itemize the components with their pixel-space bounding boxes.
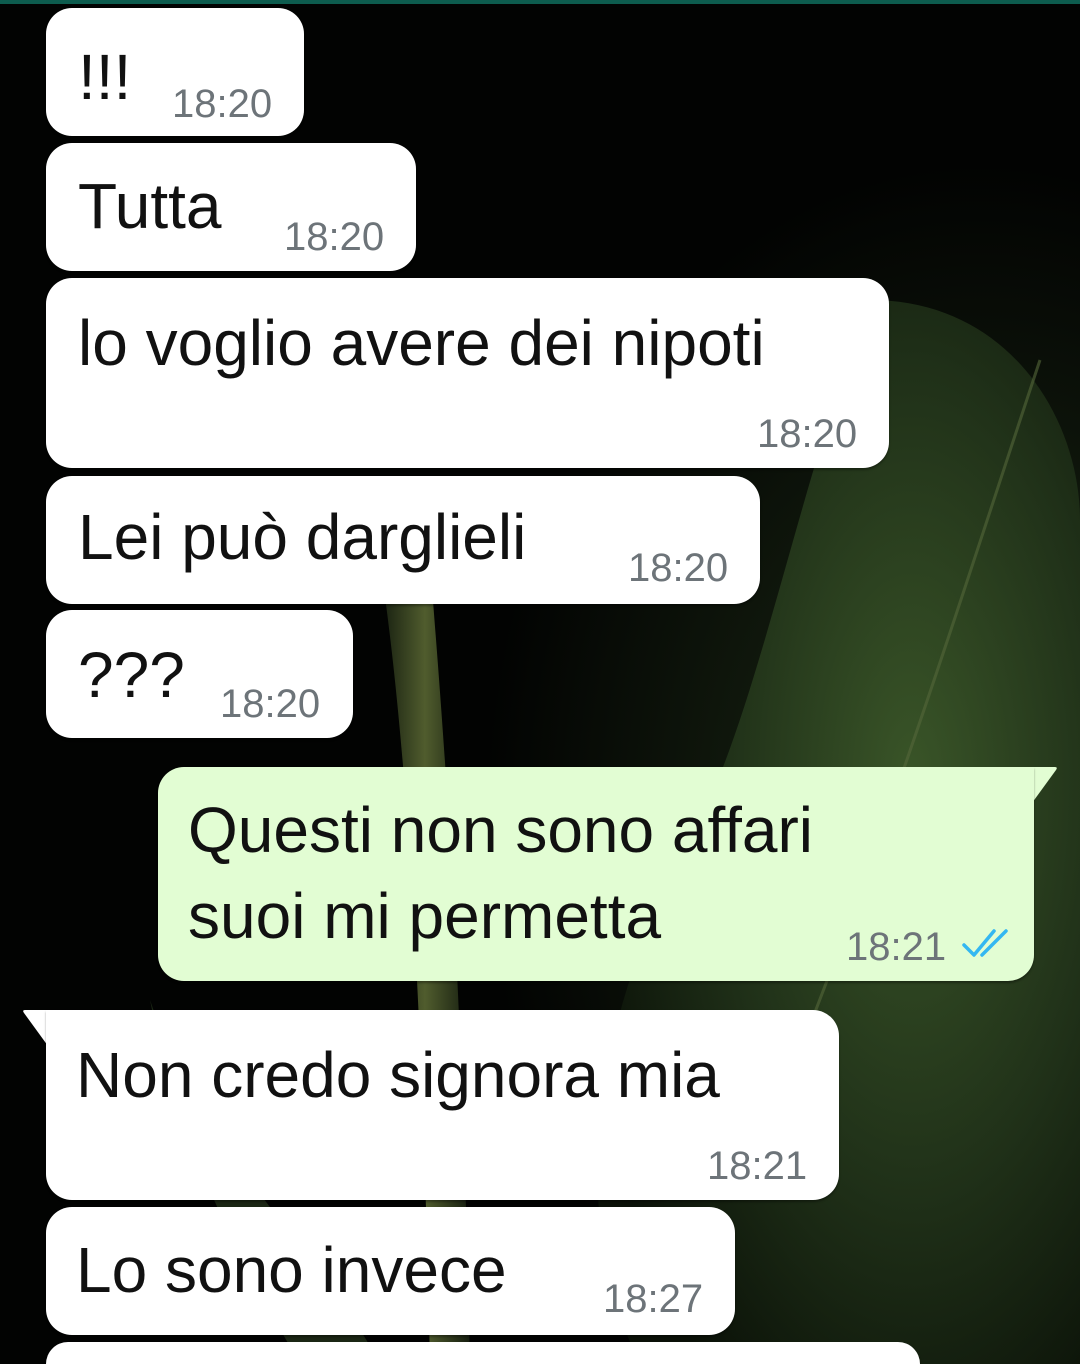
incoming-message-bubble[interactable]: Lei può darglieli 18:20 bbox=[46, 476, 760, 604]
app-header-edge bbox=[0, 0, 1080, 4]
message-text-line-2: suoi mi permetta bbox=[188, 880, 662, 952]
message-timestamp: 18:21 bbox=[846, 925, 947, 969]
incoming-message-bubble-partial[interactable] bbox=[46, 1342, 920, 1364]
outgoing-message-bubble[interactable]: Questi non sono affari suoi mi permetta … bbox=[158, 767, 1034, 981]
message-text: Tutta bbox=[78, 170, 222, 242]
double-check-icon bbox=[962, 929, 1008, 957]
incoming-message-bubble[interactable]: Non credo signora mia 18:21 bbox=[46, 1010, 839, 1200]
incoming-message-bubble[interactable]: Tutta 18:20 bbox=[46, 143, 416, 271]
incoming-message-bubble[interactable]: ??? 18:20 bbox=[46, 610, 353, 738]
message-timestamp: 18:20 bbox=[220, 682, 321, 726]
message-timestamp: 18:20 bbox=[757, 412, 858, 456]
message-timestamp: 18:21 bbox=[707, 1144, 808, 1188]
message-timestamp: 18:20 bbox=[628, 546, 729, 590]
message-text: lo voglio avere dei nipoti bbox=[78, 307, 765, 379]
message-text: Lo sono invece bbox=[76, 1234, 507, 1306]
incoming-message-bubble[interactable]: Lo sono invece 18:27 bbox=[46, 1207, 735, 1335]
message-text: Non credo signora mia bbox=[76, 1039, 720, 1111]
message-text: ??? bbox=[78, 639, 185, 711]
message-text: !!! bbox=[78, 41, 132, 113]
message-timestamp: 18:27 bbox=[603, 1277, 704, 1321]
message-text: Lei può darglieli bbox=[78, 501, 527, 573]
message-timestamp: 18:20 bbox=[284, 215, 385, 259]
incoming-message-bubble[interactable]: lo voglio avere dei nipoti 18:20 bbox=[46, 278, 889, 468]
incoming-message-bubble[interactable]: !!! 18:20 bbox=[46, 8, 304, 136]
message-timestamp: 18:20 bbox=[172, 82, 273, 126]
message-text-line-1: Questi non sono affari bbox=[188, 794, 813, 866]
